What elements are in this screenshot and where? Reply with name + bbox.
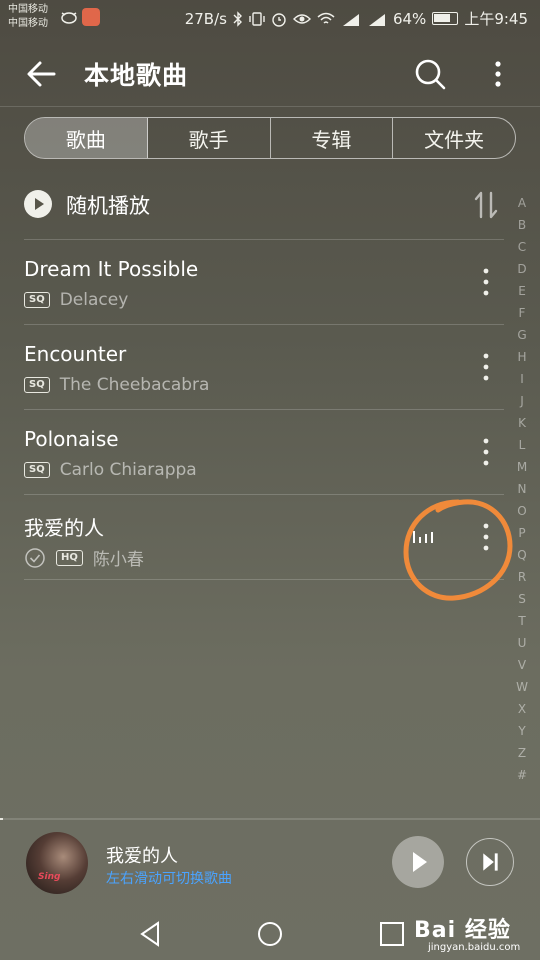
signal-2g-icon [368,13,385,26]
now-playing-title: 我爱的人 [106,846,178,867]
index-letter[interactable]: D [512,258,532,280]
swipe-hint: 左右滑动可切换歌曲 [106,871,232,887]
battery-percent: 64% [392,9,427,28]
vibrate-icon [249,11,265,26]
watermark-url: jingyan.baidu.com [428,942,521,953]
song-row[interactable]: Polonaise SQ Carlo Chiarappa [24,410,504,494]
net-speed: 27B/s [184,9,227,28]
nav-home-icon[interactable] [254,918,286,950]
downloaded-check-icon [25,547,45,568]
index-letter[interactable]: C [512,236,532,258]
index-letter[interactable]: A [512,192,532,214]
play-circle-icon [24,190,52,218]
index-letter[interactable]: N [512,478,532,500]
index-letter[interactable]: Y [512,720,532,742]
song-artist: 陈小春 [92,550,144,570]
index-letter[interactable]: F [512,302,532,324]
index-letter[interactable]: P [512,522,532,544]
tab-artists[interactable]: 歌手 [148,118,271,158]
index-letter[interactable]: M [512,456,532,478]
index-letter[interactable]: H [512,346,532,368]
signal-4g-icon [342,13,359,26]
song-title: Polonaise [24,427,119,451]
quality-badge: SQ [24,377,50,393]
index-letter[interactable]: U [512,632,532,654]
status-bar: 中国移动 中国移动 27B/s 64% 上午9:45 [0,0,540,36]
watermark-main: Bai 经验 [414,918,511,943]
index-letter[interactable]: J [512,390,532,412]
tab-bar: 歌曲 歌手 专辑 文件夹 [24,117,516,159]
nav-recents-icon[interactable] [376,918,408,950]
carrier-1: 中国移动 [8,4,48,15]
clock: 上午9:45 [464,10,528,28]
playback-progress-fill [0,818,3,820]
index-letter[interactable]: O [512,500,532,522]
annotation-circle [403,499,513,601]
baidu-watermark: Bai 经验 jingyan.baidu.com [410,912,536,956]
index-letter[interactable]: I [512,368,532,390]
eye-icon [292,13,311,24]
album-cover-text: Sing [38,872,61,882]
song-row[interactable]: Encounter SQ The Cheebacabra [24,325,504,409]
song-artist: The Cheebacabra [59,375,210,395]
index-letter[interactable]: L [512,434,532,456]
alarm-icon [272,12,286,27]
index-letter[interactable]: K [512,412,532,434]
app-bar: 本地歌曲 [0,42,540,106]
carrier-info: 中国移动 中国移动 [8,3,48,31]
tab-albums[interactable]: 专辑 [271,118,394,158]
cow-icon [61,12,77,24]
song-artist: Delacey [59,290,129,310]
bluetooth-icon [233,10,242,27]
next-track-button[interactable] [466,838,514,886]
song-artist: Carlo Chiarappa [59,460,197,480]
battery-icon [432,12,459,25]
sort-icon[interactable] [474,190,498,220]
index-letter[interactable]: B [512,214,532,236]
song-more-icon[interactable] [476,351,496,383]
tab-songs[interactable]: 歌曲 [25,118,148,158]
mini-player[interactable]: Sing 我爱的人 左右滑动可切换歌曲 [0,818,540,908]
song-row[interactable]: Dream It Possible SQ Delacey [24,240,504,324]
page-title: 本地歌曲 [84,61,189,90]
index-letter[interactable]: S [512,588,532,610]
index-letter[interactable]: Z [512,742,532,764]
index-letter[interactable]: E [512,280,532,302]
index-letter[interactable]: # [512,764,532,786]
index-letter[interactable]: X [512,698,532,720]
more-options-icon[interactable] [484,54,512,94]
tab-folders[interactable]: 文件夹 [393,118,515,158]
play-button[interactable] [392,836,444,888]
shuffle-label: 随机播放 [66,194,150,218]
quality-badge: SQ [24,462,50,478]
playback-progress [0,818,540,820]
quality-badge: HQ [56,549,83,566]
index-letter[interactable]: T [512,610,532,632]
song-more-icon[interactable] [476,436,496,468]
album-cover[interactable]: Sing [26,832,88,894]
quality-badge: SQ [24,292,50,308]
nav-back-icon[interactable] [134,918,166,950]
search-icon[interactable] [410,54,450,94]
system-nav-bar: Bai 经验 jingyan.baidu.com [0,908,540,960]
index-letter[interactable]: W [512,676,532,698]
app-notification-icon [82,8,100,26]
wifi-icon [317,12,335,24]
alphabet-index[interactable]: A B C D E F G H I J K L M N O P Q R S T U V W X Y Z # [512,192,532,786]
back-arrow-icon[interactable] [22,54,62,94]
shuffle-play-row[interactable]: 随机播放 [24,184,504,226]
song-more-icon[interactable] [476,266,496,298]
index-letter[interactable]: V [512,654,532,676]
index-letter[interactable]: G [512,324,532,346]
header-divider [0,106,540,107]
carrier-2: 中国移动 [8,18,48,29]
index-letter[interactable]: Q [512,544,532,566]
song-title: Dream It Possible [24,257,199,281]
song-title: 我爱的人 [24,516,104,540]
song-title: Encounter [24,342,127,366]
index-letter[interactable]: R [512,566,532,588]
